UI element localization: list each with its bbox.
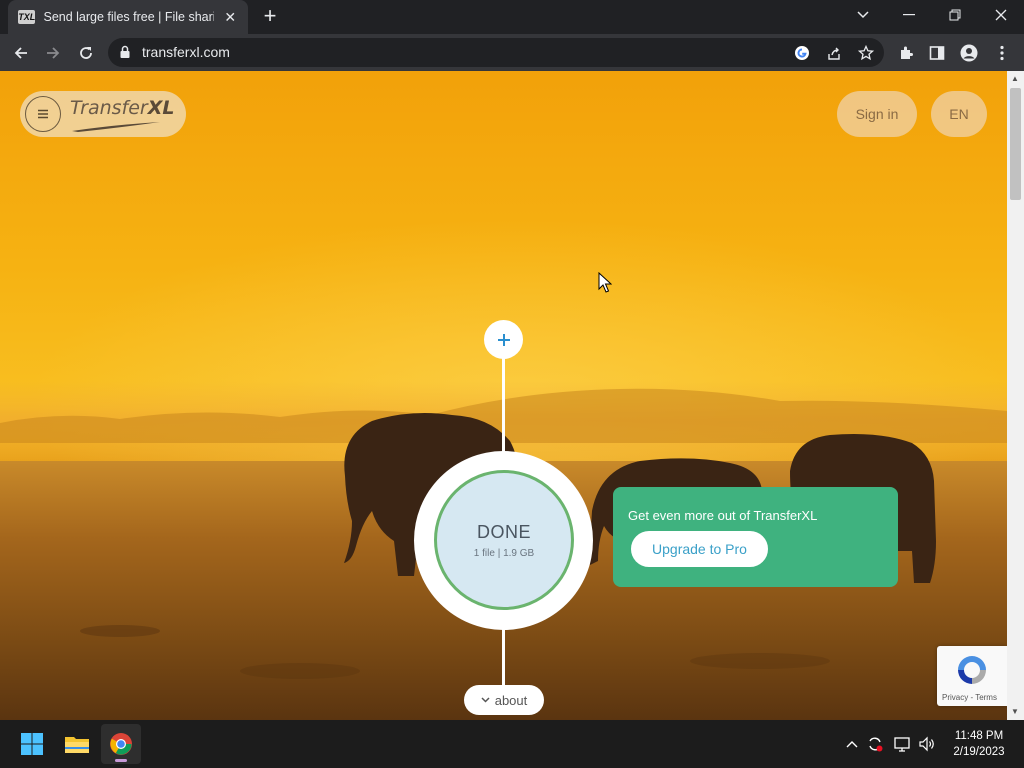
recaptcha-links[interactable]: Privacy - Terms <box>942 693 997 702</box>
connector-line-top <box>502 358 505 453</box>
logo-text-bold: XL <box>147 97 175 119</box>
upgrade-promo-card: Get even more out of TransferXL Upgrade … <box>613 487 898 587</box>
logo-text-light: Transfer <box>70 97 148 119</box>
tab-title: Send large files free | File sharing <box>43 10 215 24</box>
side-panel-icon[interactable] <box>924 40 950 66</box>
add-files-button[interactable] <box>484 320 523 359</box>
page-content: TransferXL Sign in EN DONE 1 file | 1.9 … <box>0 71 1007 720</box>
tray-overflow-chevron-icon[interactable] <box>843 735 861 753</box>
start-button[interactable] <box>12 724 52 764</box>
language-button[interactable]: EN <box>931 91 987 137</box>
tab-favicon: TXL <box>18 10 36 24</box>
chrome-taskbar-button[interactable] <box>101 724 141 764</box>
page-scrollbar[interactable]: ▲ ▼ <box>1007 71 1024 720</box>
profile-icon[interactable] <box>956 40 982 66</box>
scroll-thumb[interactable] <box>1010 88 1021 200</box>
forward-icon[interactable] <box>40 40 66 66</box>
sign-in-button[interactable]: Sign in <box>837 91 917 137</box>
network-icon[interactable] <box>894 735 912 753</box>
transfer-summary: 1 file | 1.9 GB <box>473 547 535 559</box>
folder-icon <box>65 737 89 753</box>
minimize-icon[interactable] <box>886 0 932 30</box>
extensions-icon[interactable] <box>893 40 919 66</box>
windows-taskbar: 11:48 PM 2/19/2023 <box>0 720 1024 768</box>
upgrade-to-pro-button[interactable]: Upgrade to Pro <box>629 529 770 569</box>
address-bar[interactable]: transferxl.com <box>108 38 884 67</box>
more-menu-icon[interactable] <box>989 40 1015 66</box>
clock-date: 2/19/2023 <box>953 746 1005 758</box>
tab-search-icon[interactable] <box>840 0 886 30</box>
browser-toolbar: transferxl.com <box>0 34 1024 71</box>
browser-tab-strip: TXL Send large files free | File sharing… <box>0 0 1024 34</box>
share-icon[interactable] <box>824 43 844 63</box>
plus-icon <box>497 333 510 346</box>
logo-swoosh-icon <box>72 122 160 132</box>
scroll-down-icon[interactable]: ▼ <box>1011 707 1019 716</box>
volume-icon[interactable] <box>918 735 936 753</box>
connector-line-bottom <box>502 628 505 688</box>
about-label: about <box>494 692 528 708</box>
about-button[interactable]: about <box>464 685 544 715</box>
new-tab-icon[interactable]: + <box>258 4 282 28</box>
chevron-down-icon <box>481 697 490 703</box>
logo-pill: TransferXL <box>20 91 186 137</box>
lock-icon[interactable] <box>120 45 130 64</box>
scroll-up-icon[interactable]: ▲ <box>1011 74 1019 83</box>
back-icon[interactable] <box>8 40 34 66</box>
reload-icon[interactable] <box>73 40 99 66</box>
logo-wordmark[interactable]: TransferXL <box>70 97 174 119</box>
recaptcha-icon <box>958 656 986 684</box>
mouse-cursor-icon <box>598 272 612 293</box>
recaptcha-badge[interactable]: Privacy - Terms <box>937 646 1007 706</box>
clock-time: 11:48 PM <box>954 730 1004 742</box>
chrome-icon <box>110 733 132 755</box>
promo-title: Get even more out of TransferXL <box>628 508 818 523</box>
bookmark-star-icon[interactable] <box>856 43 876 63</box>
url-text: transferxl.com <box>142 44 230 60</box>
transfer-status-label: DONE <box>476 521 531 542</box>
restore-icon[interactable] <box>932 0 978 30</box>
windows-icon <box>21 733 43 755</box>
tab-close-icon[interactable]: ✕ <box>222 9 238 26</box>
file-explorer-button[interactable] <box>57 724 97 764</box>
hamburger-menu-button[interactable] <box>25 96 61 132</box>
browser-tab[interactable]: TXL Send large files free | File sharing… <box>8 0 248 34</box>
sync-icon[interactable] <box>866 735 884 753</box>
google-icon[interactable] <box>792 43 812 63</box>
active-app-indicator <box>115 759 127 762</box>
transfer-status-circle[interactable]: DONE 1 file | 1.9 GB <box>434 470 574 610</box>
close-window-icon[interactable] <box>978 0 1024 30</box>
system-clock[interactable]: 11:48 PM 2/19/2023 <box>944 728 1014 760</box>
